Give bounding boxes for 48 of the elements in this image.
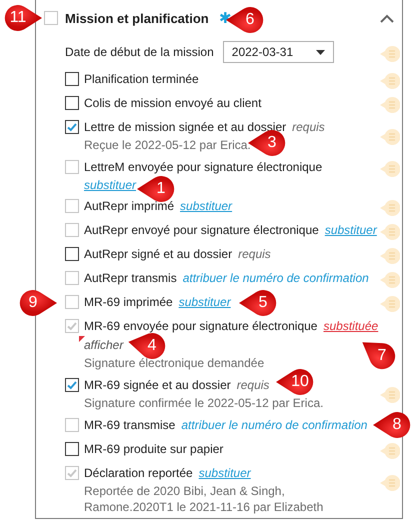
comment-icon[interactable]: [380, 160, 400, 178]
checklist-label: MR-69 envoyée pour signature électronique: [84, 319, 318, 333]
checklist-label: AutRepr envoyé pour signature électronique: [84, 223, 319, 237]
comment-icon[interactable]: [380, 386, 400, 404]
status-note: Reçue le 2022-05-12 par Erica.: [84, 137, 251, 153]
field-label: Date de début de la mission: [65, 45, 214, 59]
checklist-label: Planification terminée: [84, 72, 199, 86]
checkbox[interactable]: [65, 442, 79, 456]
checklist-label: AutRepr transmis: [84, 271, 177, 285]
comment-icon[interactable]: [380, 223, 400, 241]
comment-icon[interactable]: [380, 96, 400, 114]
callout-badge: 7: [356, 330, 408, 382]
checklist-label: MR-69 produite sur papier: [84, 442, 224, 456]
checklist-label: AutRepr imprimé: [84, 199, 174, 213]
checklist-label: Lettre de mission signée et au dossier: [84, 120, 286, 134]
status-note: Signature électronique demandée: [84, 355, 264, 371]
comment-icon[interactable]: [380, 271, 400, 289]
checklist-label: LettreM envoyée pour signature électronique: [84, 160, 322, 174]
comment-icon[interactable]: [380, 442, 400, 460]
callout-badge: 8: [371, 399, 416, 451]
collapse-chevron-icon[interactable]: [380, 14, 394, 22]
callout-badge: 9: [7, 277, 59, 329]
checklist-label: MR-69 imprimée: [84, 295, 173, 309]
status-note: Reportée de 2020 Bibi, Jean & Singh, Ramone.2020T1 le 2021-11-16 par Elizabeth: [84, 483, 324, 515]
checkbox[interactable]: [65, 72, 79, 86]
comment-icon[interactable]: [380, 295, 400, 313]
comment-icon[interactable]: [380, 474, 400, 492]
checklist-label: MR-69 signée et au dossier: [84, 378, 231, 392]
comment-icon[interactable]: [380, 72, 400, 90]
comment-icon[interactable]: [380, 199, 400, 217]
checkbox[interactable]: [65, 120, 79, 134]
checklist-label: MR-69 transmise: [84, 418, 176, 432]
comment-icon[interactable]: [380, 128, 400, 146]
checkbox[interactable]: [65, 96, 79, 110]
checklist-label: AutRepr signé et au dossier: [84, 247, 232, 261]
comment-icon[interactable]: [380, 247, 400, 265]
date-dropdown[interactable]: 2022-03-31: [222, 41, 334, 63]
comment-icon[interactable]: [380, 45, 400, 63]
checkbox[interactable]: [65, 378, 79, 392]
requirement-note: requis: [292, 120, 325, 134]
checkbox[interactable]: [65, 247, 79, 261]
requirement-note: requis: [238, 247, 271, 261]
status-note: Signature confirmée le 2022-05-12 par Erica.: [84, 395, 324, 411]
requirement-note: requis: [236, 378, 270, 392]
dropdown-arrow-icon[interactable]: [316, 50, 325, 54]
checklist-label: Déclaration reportée: [84, 466, 193, 480]
section-title: Mission et planification: [65, 10, 209, 26]
checklist-label: Colis de mission envoyé au client: [84, 96, 262, 110]
